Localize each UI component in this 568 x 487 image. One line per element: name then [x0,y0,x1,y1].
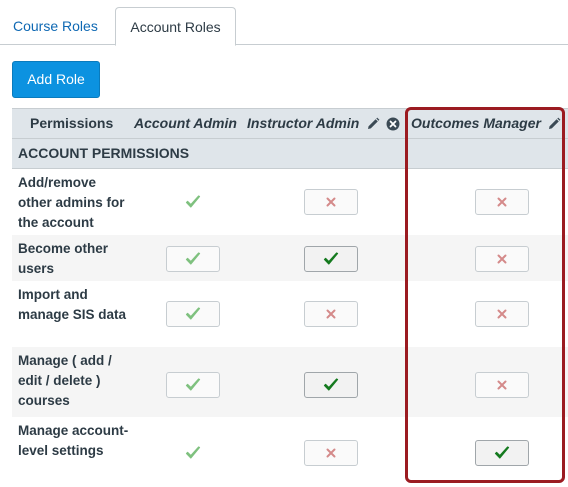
permission-toggle[interactable] [166,246,220,272]
close-circle-icon[interactable] [386,117,400,131]
section-header-account-permissions: ACCOUNT PERMISSIONS [12,139,568,169]
permission-row: Add/remove other admins for the account [12,169,568,235]
permission-toggle[interactable] [304,372,358,398]
permission-toggle[interactable] [304,246,358,272]
account-roles-page: Course Roles Account Roles Add Role Perm… [0,0,568,487]
role-header-outcomes-manager: Outcomes Manager [411,115,541,131]
permission-toggle[interactable] [475,372,529,398]
x-icon [326,448,336,458]
permission-toggle[interactable] [475,440,529,466]
permission-toggle[interactable] [304,189,358,215]
x-icon [497,197,507,207]
x-icon [326,197,336,207]
permissions-table: Permissions Account Admin Instructor Adm… [12,108,568,487]
tab-account-roles[interactable]: Account Roles [115,7,236,46]
permission-toggle[interactable] [166,372,220,398]
role-header-account-admin: Account Admin [134,115,237,131]
permission-toggle[interactable] [475,189,529,215]
permission-row: Manage ( add / edit / delete ) courses [12,347,568,417]
permission-label: Import and manage SIS data [18,287,127,322]
table-header: Permissions Account Admin Instructor Adm… [12,108,568,139]
check-icon [323,252,339,265]
permission-toggle[interactable] [166,189,220,215]
check-icon [494,446,510,459]
permission-row: Manage account-level settings [12,417,568,487]
permission-toggle[interactable] [475,301,529,327]
permission-toggle[interactable] [166,440,220,466]
pencil-icon[interactable] [366,117,380,131]
x-icon [326,309,336,319]
permission-toggle[interactable] [304,301,358,327]
check-icon [185,195,201,208]
check-icon [185,252,201,265]
permission-toggle[interactable] [304,440,358,466]
role-header-instructor-admin: Instructor Admin [247,115,360,131]
add-role-button[interactable]: Add Role [12,61,100,98]
role-tabs: Course Roles Account Roles [0,0,568,46]
permission-toggle[interactable] [166,301,220,327]
permission-row: Import and manage SIS data [12,281,568,347]
permission-label: Manage account-level settings [18,423,129,458]
x-icon [497,380,507,390]
tab-course-roles[interactable]: Course Roles [0,7,111,46]
check-icon [323,378,339,391]
permission-toggle[interactable] [475,246,529,272]
check-icon [185,307,201,320]
permission-label: Manage ( add / edit / delete ) courses [18,353,112,408]
permission-row: Become other users [12,235,568,281]
permission-label: Become other users [18,241,109,276]
check-icon [185,378,201,391]
pencil-icon[interactable] [547,117,561,131]
x-icon [497,309,507,319]
permission-label: Add/remove other admins for the account [18,175,125,230]
section-label: ACCOUNT PERMISSIONS [18,145,190,161]
x-icon [497,254,507,264]
permissions-header: Permissions [30,115,114,131]
check-icon [185,446,201,459]
